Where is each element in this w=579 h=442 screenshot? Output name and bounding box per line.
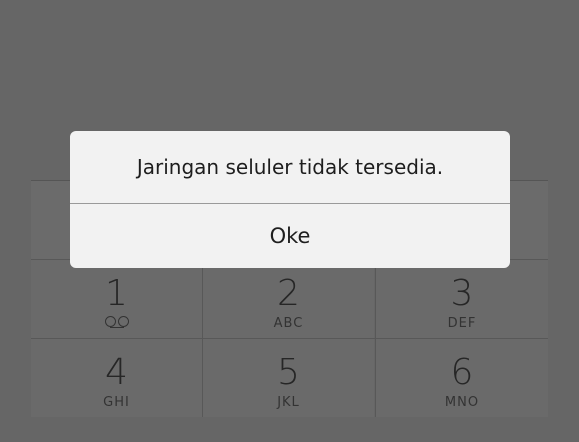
key-1[interactable]: 1 <box>31 260 202 338</box>
keypad-divider <box>31 338 548 339</box>
key-digit: 3 <box>450 273 474 314</box>
voicemail-icon <box>104 316 130 328</box>
key-letters: ABC <box>273 316 304 331</box>
ok-button[interactable]: Oke <box>70 204 510 268</box>
key-letters: DEF <box>447 316 477 331</box>
key-4[interactable]: 4 GHI <box>31 339 202 417</box>
network-unavailable-dialog: Jaringan seluler tidak tersedia. Oke <box>70 131 510 268</box>
dialog-message: Jaringan seluler tidak tersedia. <box>136 155 444 179</box>
key-letters: GHI <box>103 395 130 410</box>
key-3[interactable]: 3 DEF <box>376 260 548 338</box>
key-digit: 4 <box>105 352 128 393</box>
key-digit: 5 <box>277 352 300 393</box>
key-2[interactable]: 2 ABC <box>203 260 374 338</box>
key-6[interactable]: 6 MNO <box>376 339 548 417</box>
key-digit: 6 <box>450 352 474 393</box>
key-5[interactable]: 5 JKL <box>203 339 374 417</box>
key-letters: JKL <box>277 395 300 410</box>
key-digit: 1 <box>105 273 128 314</box>
key-letters: MNO <box>444 395 480 410</box>
key-digit: 2 <box>277 273 300 314</box>
